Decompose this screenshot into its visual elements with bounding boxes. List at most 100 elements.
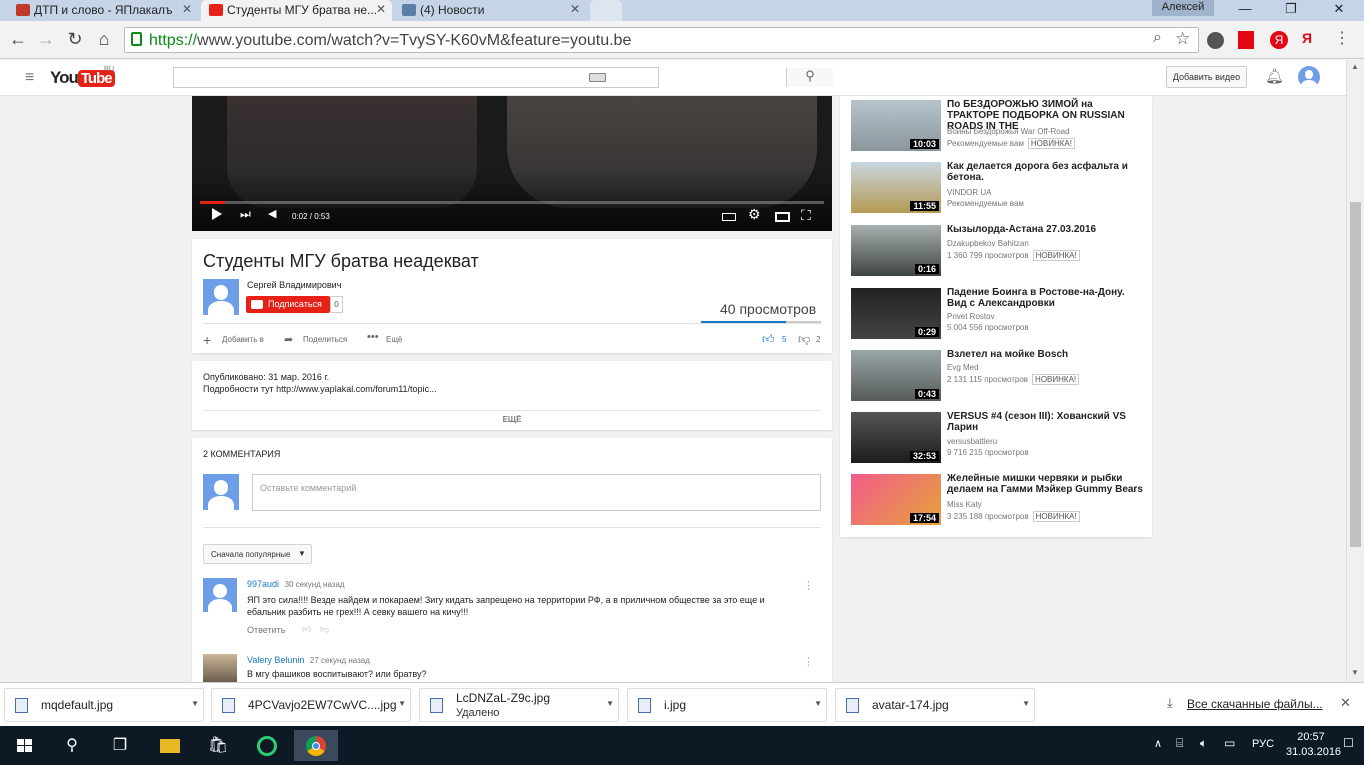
windows-start-icon[interactable] <box>2 730 46 761</box>
comment-author[interactable]: Valery Belunin <box>247 655 304 665</box>
captions-icon[interactable] <box>722 213 736 221</box>
chrome-icon[interactable] <box>294 730 338 761</box>
comment-time[interactable]: 30 секунд назад <box>285 580 345 589</box>
comment-menu-icon[interactable]: ⋮ <box>803 579 814 592</box>
close-tab-icon[interactable]: ✕ <box>570 2 580 16</box>
task-view-icon[interactable]: ❐ <box>98 730 142 761</box>
all-downloads-link[interactable]: Все скачанные файлы... <box>1187 697 1323 711</box>
add-to-button[interactable]: Добавить в <box>222 335 264 344</box>
language-indicator[interactable]: РУС <box>1252 738 1274 750</box>
profile-name[interactable]: Алексей <box>1152 0 1214 16</box>
volume-icon[interactable]: 🔈︎ <box>1200 736 1207 751</box>
video-thumbnail[interactable]: 10:03 <box>851 100 941 151</box>
youtube-logo[interactable]: You Tube RU <box>50 66 115 88</box>
add-to-icon[interactable]: + <box>203 332 211 348</box>
store-icon[interactable]: 🛍︎ <box>196 730 240 761</box>
maximize-icon[interactable]: ❐ <box>1268 0 1314 20</box>
fullscreen-icon[interactable]: ⛶ <box>801 207 811 224</box>
volume-icon[interactable]: ◀ <box>268 207 276 220</box>
download-item[interactable]: mqdefault.jpg ▼ <box>4 688 204 722</box>
address-bar[interactable]: https://www.youtube.com/watch?v=TvySY-K6… <box>124 27 1199 53</box>
notifications-bell-icon[interactable]: 🔔︎ <box>1265 67 1284 85</box>
video-thumbnail[interactable]: 0:43 <box>851 350 941 401</box>
page-scrollbar[interactable]: ▲ ▼ <box>1346 60 1364 682</box>
like-icon[interactable]: 👍︎ <box>762 332 775 347</box>
guide-menu-icon[interactable]: ≡ <box>25 69 34 87</box>
search-icon[interactable]: ⌕ <box>1153 29 1162 47</box>
close-window-icon[interactable]: ✕ <box>1316 0 1362 20</box>
account-avatar[interactable] <box>1298 66 1320 88</box>
next-icon[interactable]: ⏭ <box>240 207 251 222</box>
recommended-video[interactable]: 0:16 Кызылорда-Астана 27.03.2016 Dzakupb… <box>851 224 1151 277</box>
close-tab-icon[interactable]: ✕ <box>376 2 386 16</box>
video-thumbnail[interactable]: 0:16 <box>851 225 941 276</box>
share-icon[interactable]: ➦ <box>284 333 293 346</box>
notifications-icon[interactable]: ☐ <box>1343 736 1354 750</box>
comment-input[interactable]: Оставьте комментарий <box>252 474 821 511</box>
recommended-title[interactable]: Кызылорда-Астана 27.03.2016 <box>947 224 1147 235</box>
chevron-down-icon[interactable]: ▼ <box>191 699 199 708</box>
yandex-icon[interactable]: Я <box>1270 31 1288 49</box>
recommended-title[interactable]: VERSUS #4 (сезон III): Хованский VS Лари… <box>947 411 1147 433</box>
comment-like-icon[interactable]: 👍︎ <box>302 624 311 635</box>
reload-icon[interactable]: ↻ <box>63 29 87 50</box>
search-input[interactable]: ⚲ <box>173 67 833 88</box>
minimize-icon[interactable]: — <box>1222 0 1268 20</box>
url-text[interactable]: https://www.youtube.com/watch?v=TvySY-K6… <box>149 32 631 50</box>
close-tab-icon[interactable]: ✕ <box>182 2 192 16</box>
channel-name[interactable]: Сергей Владимирович <box>247 280 341 290</box>
comment-author-avatar[interactable] <box>203 654 237 682</box>
more-icon[interactable]: ••• <box>367 331 379 343</box>
sort-comments-dropdown[interactable]: Сначала популярные ▼ <box>203 544 312 564</box>
tab-yaplakal[interactable]: ДТП и слово - ЯПлакалъ ✕ <box>8 0 198 21</box>
dislike-icon[interactable]: 👎︎ <box>798 332 810 347</box>
menu-icon[interactable]: ⋮ <box>1334 28 1350 48</box>
recommended-video[interactable]: 10:03 По БЕЗДОРОЖЬЮ ЗИМОЙ на ТРАКТОРЕ ПО… <box>851 99 1151 152</box>
search-icon[interactable]: ⚲ <box>50 730 94 761</box>
video-player[interactable]: ⏭ ◀ 0:02 / 0:53 ⚙ ⛶ <box>192 96 832 231</box>
chevron-down-icon[interactable]: ▼ <box>398 699 406 708</box>
recommended-video[interactable]: 11:55 Как делается дорога без асфальта и… <box>851 161 1151 214</box>
channel-avatar[interactable] <box>203 279 239 315</box>
video-thumbnail[interactable]: 11:55 <box>851 162 941 213</box>
comment-author-avatar[interactable] <box>203 578 237 612</box>
theater-mode-icon[interactable] <box>775 212 790 222</box>
recommended-title[interactable]: Желейные мишки червяки и рыбки делаем на… <box>947 473 1147 495</box>
download-item[interactable]: LcDNZaL-Z9c.jpg Удалено ▼ <box>419 688 619 722</box>
comment-dislike-icon[interactable]: 👎︎ <box>320 624 329 635</box>
recommended-title[interactable]: Как делается дорога без асфальта и бетон… <box>947 161 1147 183</box>
subscribe-button[interactable]: Подписаться <box>246 296 330 313</box>
reply-button[interactable]: Ответить <box>247 625 285 635</box>
comment-author[interactable]: 997audi <box>247 579 279 589</box>
recommended-title[interactable]: Взлетел на мойке Bosch <box>947 349 1147 360</box>
forward-icon[interactable]: → <box>34 29 58 50</box>
extension-icon[interactable] <box>1207 32 1224 49</box>
more-button[interactable]: Ещё <box>386 335 402 344</box>
settings-gear-icon[interactable]: ⚙ <box>748 206 761 223</box>
comment-time[interactable]: 27 секунд назад <box>310 656 370 665</box>
file-explorer-icon[interactable] <box>148 730 192 761</box>
play-icon[interactable] <box>212 208 222 220</box>
message-icon[interactable]: ▭ <box>1224 736 1235 750</box>
app-icon[interactable] <box>245 730 289 761</box>
recommended-video[interactable]: 0:43 Взлетел на мойке Bosch Evg Med 2 13… <box>851 349 1151 402</box>
recommended-video[interactable]: 17:54 Желейные мишки червяки и рыбки дел… <box>851 473 1151 526</box>
clock-date[interactable]: 31.03.2016 <box>1286 746 1341 758</box>
download-item[interactable]: 4PCVavjo2EW7CwVC....jpg ▼ <box>211 688 411 722</box>
show-more-button[interactable]: ЕЩЁ <box>192 415 832 424</box>
video-thumbnail[interactable]: 17:54 <box>851 474 941 525</box>
search-button[interactable]: ⚲ <box>786 68 833 87</box>
clock-time[interactable]: 20:57 <box>1286 731 1336 743</box>
scrollbar-thumb[interactable] <box>1350 202 1361 547</box>
recommended-title[interactable]: Падение Боинга в Ростове-на-Дону. Вид с … <box>947 287 1147 309</box>
yandex-search-icon[interactable]: Я <box>1302 30 1312 46</box>
recommended-video[interactable]: 0:29 Падение Боинга в Ростове-на-Дону. В… <box>851 287 1151 340</box>
keyboard-icon[interactable] <box>589 73 606 82</box>
back-icon[interactable]: ← <box>6 29 30 50</box>
chevron-down-icon[interactable]: ▼ <box>1022 699 1030 708</box>
scroll-down-icon[interactable]: ▼ <box>1351 668 1359 677</box>
video-thumbnail[interactable]: 32:53 <box>851 412 941 463</box>
download-item[interactable]: i.jpg ▼ <box>627 688 827 722</box>
add-video-button[interactable]: Добавить видео <box>1166 66 1247 88</box>
download-item[interactable]: avatar-174.jpg ▼ <box>835 688 1035 722</box>
